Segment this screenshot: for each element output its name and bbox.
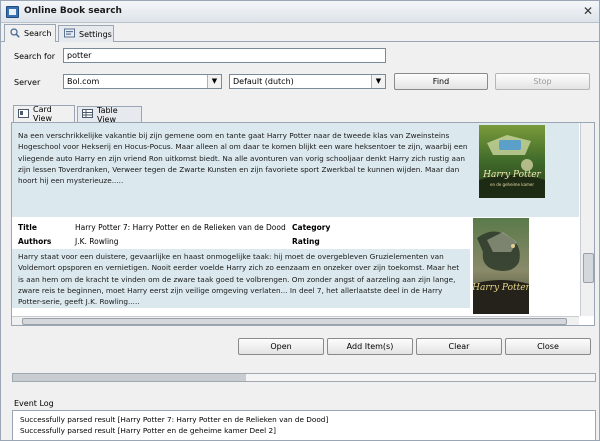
- book-title: Harry Potter 7: Harry Potter en de Relie…: [75, 223, 286, 232]
- locale-select[interactable]: Default (dutch) ▼: [229, 74, 386, 89]
- rating-label: Rating: [292, 237, 320, 246]
- add-items-button[interactable]: Add Item(s): [327, 338, 413, 355]
- title-bar: Online Book search ✕: [1, 1, 599, 23]
- horizontal-scrollbar[interactable]: [12, 316, 579, 325]
- close-window-icon[interactable]: ✕: [583, 4, 593, 18]
- tab-table-view-label: Table View: [97, 105, 118, 124]
- server-select[interactable]: Bol.com ▼: [63, 74, 222, 89]
- tab-card-view-label: Card View: [33, 105, 52, 123]
- event-log-label: Event Log: [14, 399, 54, 408]
- progress-bar: [12, 373, 596, 382]
- cover-subtitle: en de geheime kamer: [490, 182, 534, 187]
- result-description: Na een verschrikkelijke vakantie bij zij…: [18, 131, 468, 186]
- magnifier-icon: [10, 27, 20, 40]
- result-card[interactable]: Na een verschrikkelijke vakantie bij zij…: [12, 123, 579, 217]
- stop-button[interactable]: Stop: [495, 73, 590, 90]
- tab-search-label: Search: [24, 29, 52, 38]
- book-authors: J.K. Rowling: [75, 237, 119, 246]
- cover-title: Harry Potter: [482, 170, 541, 180]
- progress-fill: [13, 374, 246, 381]
- window-title: Online Book search: [24, 6, 122, 16]
- chevron-down-icon: ▼: [207, 75, 221, 88]
- search-for-label: Search for: [14, 52, 56, 61]
- results-card-view: Na een verschrikkelijke vakantie bij zij…: [11, 122, 595, 326]
- tab-settings[interactable]: Settings: [58, 25, 114, 42]
- search-input[interactable]: potter: [63, 48, 386, 63]
- server-label: Server: [14, 78, 41, 87]
- category-label: Category: [292, 223, 331, 232]
- main-tabs: Search Settings: [1, 23, 599, 42]
- result-card[interactable]: Title Harry Potter 7: Harry Potter en de…: [12, 217, 579, 317]
- scrollbar-thumb[interactable]: [583, 253, 594, 283]
- table-view-icon: [82, 109, 93, 120]
- settings-icon: [64, 28, 75, 40]
- scrollbar-thumb[interactable]: [22, 318, 567, 325]
- book-cover-image: Harry Potter en de geheime kamer: [479, 125, 545, 198]
- close-button[interactable]: Close: [505, 338, 591, 355]
- open-button[interactable]: Open: [238, 338, 324, 355]
- app-icon: [6, 6, 19, 18]
- tab-card-view[interactable]: Card View: [13, 105, 75, 123]
- log-entry: Successfully parsed result [Harry Potter…: [20, 415, 329, 424]
- clear-button[interactable]: Clear: [416, 338, 502, 355]
- result-description: Harry staat voor een duistere, gevaarlij…: [12, 249, 470, 308]
- chevron-down-icon: ▼: [371, 75, 385, 88]
- find-button[interactable]: Find: [394, 73, 488, 90]
- event-log: Successfully parsed result [Harry Potter…: [12, 410, 596, 440]
- card-view-icon: [18, 108, 29, 120]
- title-label: Title: [18, 223, 37, 232]
- main-window: Online Book search ✕ Search Settings Sea…: [0, 0, 600, 441]
- tab-search[interactable]: Search: [4, 24, 56, 42]
- book-cover-image: Harry Potter: [473, 218, 529, 314]
- server-select-value: Bol.com: [67, 77, 100, 86]
- authors-label: Authors: [18, 237, 52, 246]
- vertical-scrollbar[interactable]: [580, 123, 594, 316]
- log-entry: Successfully parsed result [Harry Potter…: [20, 426, 276, 435]
- locale-select-value: Default (dutch): [233, 77, 294, 86]
- tab-settings-label: Settings: [79, 29, 112, 39]
- tab-table-view[interactable]: Table View: [77, 105, 142, 124]
- cover-title: Harry Potter: [473, 283, 529, 293]
